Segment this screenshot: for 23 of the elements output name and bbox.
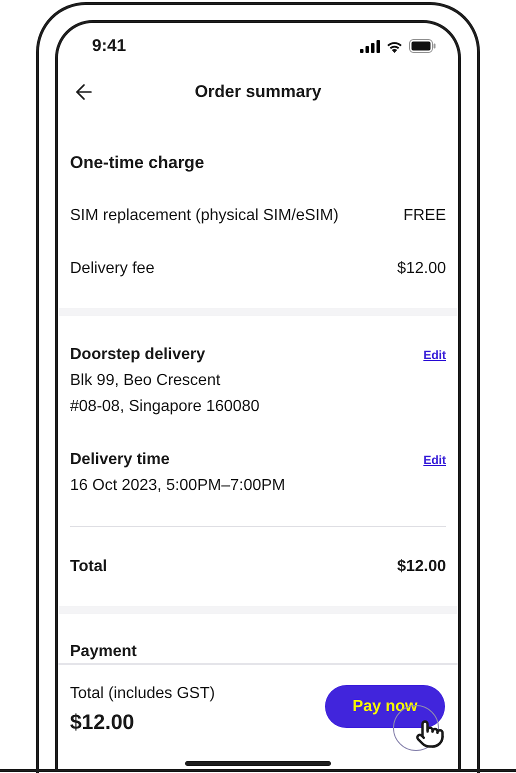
charge-label: Delivery fee [70, 258, 154, 278]
edit-link[interactable]: Edit [423, 346, 446, 364]
battery-icon [409, 39, 436, 53]
footer-total-amount: $12.00 [70, 711, 136, 735]
charge-value: FREE [403, 206, 446, 226]
charge-label: SIM replacement (physical SIM/eSIM) [70, 206, 339, 226]
footer-total-label: Total (includes GST) [70, 685, 215, 703]
total-label: Total [70, 556, 108, 576]
section-title: Payment [70, 642, 137, 662]
wifi-icon [386, 40, 403, 52]
pay-now-button[interactable]: Pay now [325, 685, 445, 728]
edit-link[interactable]: Edit [423, 451, 446, 469]
section-title: One-time charge [70, 152, 204, 174]
status-time: 9:41 [92, 35, 126, 58]
section-title: Delivery time [70, 450, 170, 470]
page-title: Order summary [194, 81, 322, 104]
section-title: Doorstep delivery [70, 345, 206, 365]
delivery-detail: Blk 99, Beo Crescent [70, 371, 220, 391]
charge-value: $12.00 [397, 258, 446, 278]
signal-icon [360, 40, 380, 52]
delivery-detail: 16 Oct 2023, 5:00PM–7:00PM [70, 476, 286, 496]
delivery-detail: #08-08, Singapore 160080 [70, 397, 260, 417]
total-value: $12.00 [397, 556, 446, 576]
